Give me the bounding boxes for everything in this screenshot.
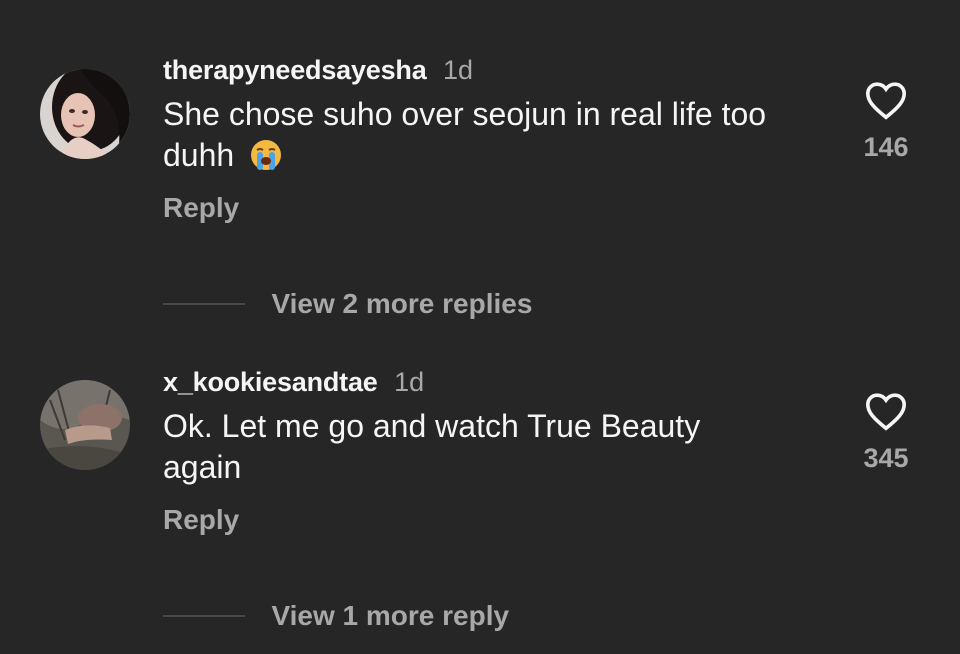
avatar-image <box>40 380 130 470</box>
view-replies-button[interactable]: View 1 more reply <box>163 598 509 634</box>
like-column: 345 <box>846 391 926 474</box>
comment-item: x_kookiesandtae 1d Ok. Let me go and wat… <box>0 0 960 654</box>
comment-text: Ok. Let me go and watch True Beauty agai… <box>163 406 763 488</box>
comment-body: x_kookiesandtae 1d Ok. Let me go and wat… <box>163 364 833 538</box>
divider-line <box>163 615 245 617</box>
comment-header: x_kookiesandtae 1d <box>163 364 833 400</box>
comment-text-content: Ok. Let me go and watch True Beauty agai… <box>163 408 701 485</box>
avatar[interactable] <box>40 380 130 470</box>
like-count: 345 <box>863 443 909 473</box>
timestamp: 1d <box>394 367 425 397</box>
reply-button[interactable]: Reply <box>163 502 833 538</box>
view-replies-label: View 1 more reply <box>271 600 510 631</box>
heart-icon[interactable] <box>864 391 908 431</box>
username[interactable]: x_kookiesandtae <box>163 367 378 397</box>
